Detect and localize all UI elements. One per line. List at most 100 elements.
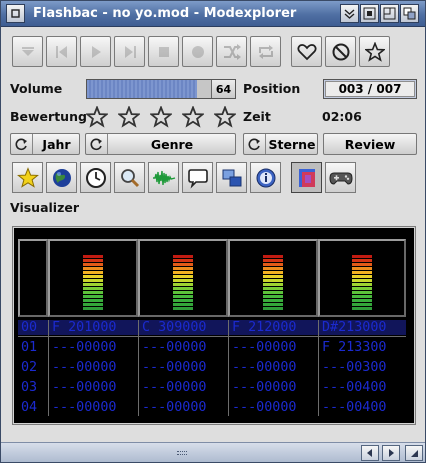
pattern-cell: C 309000 [142, 320, 207, 335]
genre-label: Genre [150, 136, 194, 152]
vu-segment [173, 271, 193, 274]
vu-segment [173, 291, 193, 294]
scroll-left-button[interactable] [361, 445, 379, 461]
vu-segment [83, 255, 103, 258]
info-icon [256, 168, 275, 187]
pattern-cell: ---00000 [52, 400, 117, 415]
favorite-button[interactable] [291, 36, 322, 67]
visualizer-tab[interactable] [291, 162, 322, 193]
pattern-cell: ---00000 [232, 360, 297, 375]
next-icon [124, 45, 136, 58]
rating-star-3[interactable] [150, 106, 172, 128]
star-icon [364, 41, 385, 62]
close-window-button[interactable] [6, 4, 25, 23]
vu-segment [173, 263, 193, 266]
block-button[interactable] [325, 36, 356, 67]
iconify-button[interactable] [360, 4, 379, 23]
pattern-row: 02 ---00000 ---00000 ---00000 ---00300 [18, 360, 406, 375]
pattern-row: 03 ---00000 ---00000 ---00000 ---00400 [18, 380, 406, 395]
cycle-icon [11, 134, 33, 154]
review-button[interactable]: Review [323, 133, 417, 155]
vu-segment [352, 299, 372, 302]
iconify-icon [363, 7, 376, 20]
depth-button[interactable] [400, 4, 419, 23]
play-button[interactable] [80, 36, 111, 67]
resize-grip-icon[interactable] [177, 451, 187, 455]
vu-segment [263, 263, 283, 266]
vu-segment [263, 291, 283, 294]
info-tab[interactable] [250, 162, 281, 193]
rating-star-2[interactable] [118, 106, 140, 128]
pattern-row-current: 00 F 201000 C 309000 F 212000 D#213000 [18, 320, 406, 335]
volume-slider[interactable]: 64 [86, 79, 236, 99]
search-tab[interactable] [114, 162, 145, 193]
visualizer-icon [298, 168, 315, 187]
gamepad-icon [328, 172, 353, 185]
eject-button[interactable] [12, 36, 43, 67]
waveform-tab[interactable] [148, 162, 179, 193]
column-divider [138, 320, 139, 416]
vu-segment [83, 275, 103, 278]
pattern-cell: ---00000 [52, 360, 117, 375]
vu-segment [352, 271, 372, 274]
next-button[interactable] [114, 36, 145, 67]
rating-star-1[interactable] [86, 106, 108, 128]
vu-segment [83, 291, 103, 294]
windows-tab[interactable] [216, 162, 247, 193]
stars-cycle-button[interactable]: Sterne [243, 133, 318, 155]
vu-segment [83, 287, 103, 290]
games-tab[interactable] [325, 162, 356, 193]
column-divider [318, 320, 319, 416]
vu-segment [83, 295, 103, 298]
jump-button[interactable] [340, 4, 359, 23]
column-divider [48, 320, 49, 416]
web-tab[interactable] [46, 162, 77, 193]
previous-button[interactable] [46, 36, 77, 67]
star-icon [16, 166, 39, 188]
volume-label: Volume [10, 81, 63, 96]
favorites-tab[interactable] [12, 162, 43, 193]
stop-button[interactable] [148, 36, 179, 67]
vu-segment [173, 283, 193, 286]
time-label: Zeit [243, 109, 271, 124]
rating-star-4[interactable] [182, 106, 204, 128]
title-bar[interactable]: Flashbac - no yo.mod - Modexplorer [1, 1, 425, 27]
vu-segment [173, 295, 193, 298]
pattern-row: 04 ---00000 ---00000 ---00000 ---00400 [18, 400, 406, 415]
vu-segment [352, 291, 372, 294]
pattern-cell: F 201000 [52, 320, 117, 335]
pattern-cell: ---00000 [52, 380, 117, 395]
pattern-cell: ---00300 [322, 360, 387, 375]
row-number: 02 [21, 360, 38, 375]
shuffle-button[interactable] [216, 36, 247, 67]
comment-tab[interactable] [182, 162, 213, 193]
vu-segment [263, 283, 283, 286]
size-button[interactable] [405, 445, 423, 461]
vu-segment [173, 259, 193, 262]
rating-star-5[interactable] [214, 106, 236, 128]
vu-segment [263, 307, 283, 310]
rate-button[interactable] [359, 36, 390, 67]
position-box: 003 / 007 [323, 79, 417, 99]
history-tab[interactable] [80, 162, 111, 193]
vu-segment [263, 267, 283, 270]
repeat-button[interactable] [250, 36, 281, 67]
vu-segment [352, 263, 372, 266]
vu-segment [263, 295, 283, 298]
genre-cycle-button[interactable]: Genre [85, 133, 236, 155]
status-bar [1, 442, 425, 462]
scroll-right-button[interactable] [382, 445, 400, 461]
zoom-button[interactable] [380, 4, 399, 23]
position-label: Position [243, 81, 301, 96]
vu-segment [83, 307, 103, 310]
row-number: 04 [21, 400, 38, 415]
year-cycle-button[interactable]: Jahr [10, 133, 80, 155]
cycle-icon [86, 134, 108, 154]
close-icon [11, 9, 20, 18]
record-button[interactable] [182, 36, 213, 67]
previous-icon [55, 45, 67, 58]
vu-segment [263, 259, 283, 262]
volume-value[interactable]: 64 [211, 80, 235, 98]
speech-bubble-icon [187, 168, 208, 189]
vu-segment [352, 307, 372, 310]
